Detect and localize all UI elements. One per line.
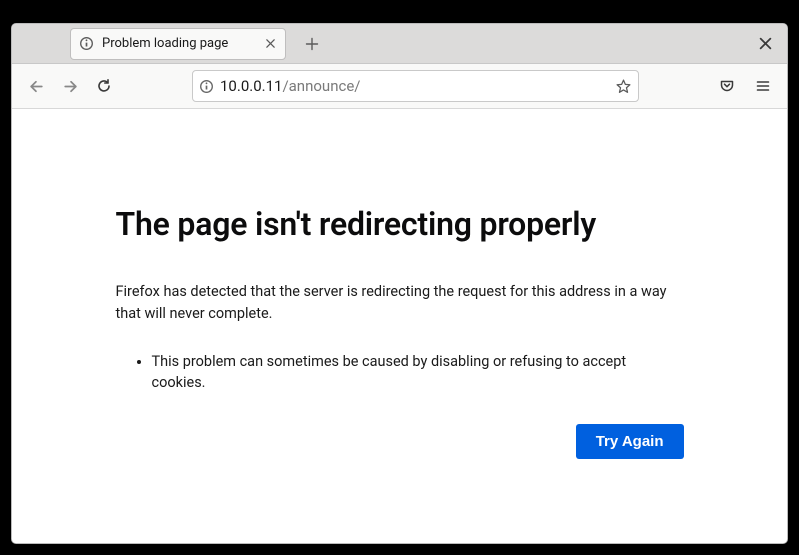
browser-window: Problem loading page (11, 23, 788, 544)
error-actions: Try Again (116, 424, 684, 459)
app-menu-button[interactable] (747, 70, 779, 102)
tab-close-icon[interactable] (263, 37, 277, 51)
url-host: 10.0.0.11 (220, 77, 282, 95)
try-again-button[interactable]: Try Again (576, 424, 684, 459)
url-text: 10.0.0.11/announce/ (220, 77, 609, 95)
toolbar-right (711, 70, 779, 102)
nav-toolbar: 10.0.0.11/announce/ (12, 64, 787, 109)
active-tab[interactable]: Problem loading page (70, 28, 286, 60)
info-icon (79, 36, 94, 51)
back-button (20, 70, 52, 102)
url-path: /announce/ (282, 77, 360, 95)
address-bar[interactable]: 10.0.0.11/announce/ (192, 70, 639, 102)
forward-button (54, 70, 86, 102)
bookmark-star-icon[interactable] (615, 78, 632, 95)
error-description: Firefox has detected that the server is … (116, 281, 684, 325)
new-tab-button[interactable] (298, 30, 326, 58)
error-hints: This problem can sometimes be caused by … (116, 351, 684, 395)
tab-bar: Problem loading page (12, 24, 787, 64)
pocket-button[interactable] (711, 70, 743, 102)
tab-title: Problem loading page (102, 36, 255, 51)
error-heading: The page isn't redirecting properly (116, 205, 684, 243)
page-content: The page isn't redirecting properly Fire… (12, 109, 787, 543)
site-info-icon[interactable] (199, 79, 214, 94)
error-page: The page isn't redirecting properly Fire… (90, 109, 710, 459)
window-close-button[interactable] (751, 24, 779, 63)
error-hint-item: This problem can sometimes be caused by … (152, 351, 684, 395)
reload-button[interactable] (88, 70, 120, 102)
